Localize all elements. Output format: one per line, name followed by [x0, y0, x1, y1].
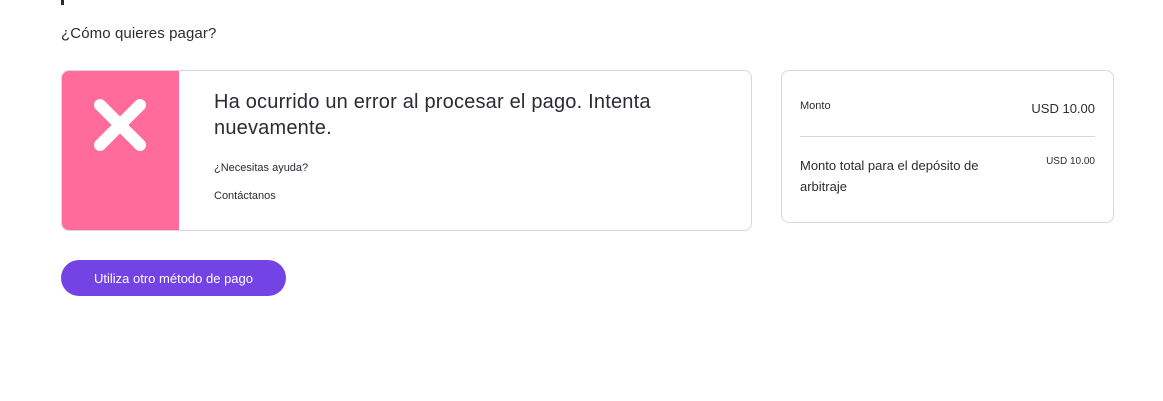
error-message-body: Ha ocurrido un error al procesar el pago…	[214, 89, 731, 204]
error-stripe	[62, 71, 179, 230]
x-icon	[94, 99, 146, 151]
payment-question: ¿Cómo quieres pagar?	[61, 25, 217, 42]
payment-page: ¿Cómo quieres pagar? Ha ocurrido un erro…	[0, 0, 1163, 401]
help-text: ¿Necesitas ayuda?	[214, 162, 309, 174]
amount-summary-card: Monto USD 10.00 Monto total para el depó…	[781, 70, 1114, 223]
total-amount-value: USD 10.00	[1046, 156, 1095, 167]
total-amount-label: Monto total para el depósito de arbitraj…	[800, 158, 979, 194]
summary-divider	[800, 136, 1095, 137]
use-other-payment-method-button[interactable]: Utiliza otro método de pago	[61, 260, 286, 296]
amount-value: USD 10.00	[1031, 101, 1095, 116]
cut-off-heading	[61, 0, 64, 5]
error-title: Ha ocurrido un error al procesar el pago…	[214, 91, 651, 139]
contact-link[interactable]: Contáctanos	[214, 191, 276, 202]
payment-error-card: Ha ocurrido un error al procesar el pago…	[61, 70, 752, 231]
amount-label: Monto	[800, 100, 831, 112]
